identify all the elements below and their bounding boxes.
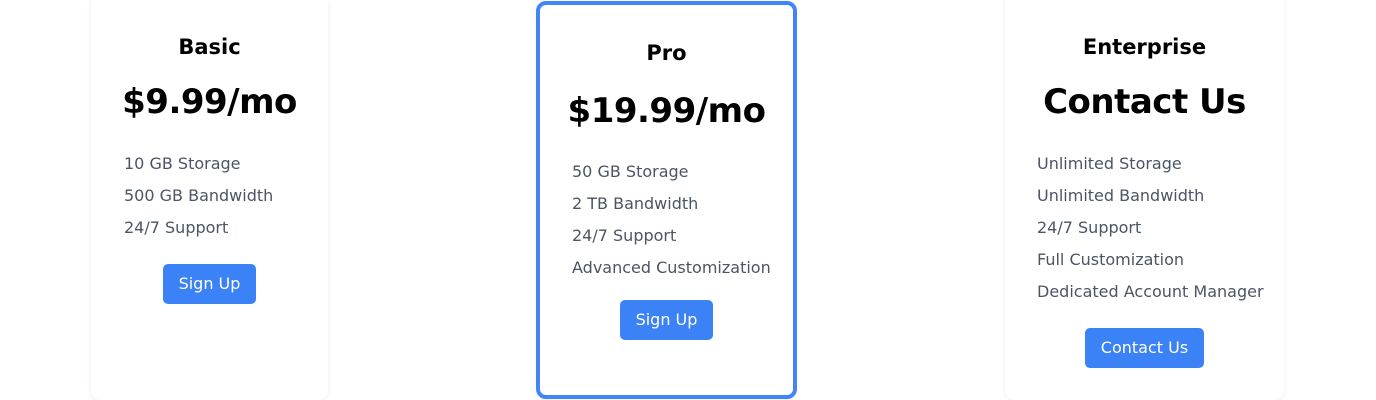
plan-name: Pro bbox=[646, 41, 687, 65]
feature-item: Full Customization bbox=[1037, 250, 1185, 269]
plan-price: $9.99/mo bbox=[122, 82, 297, 122]
contact-us-button[interactable]: Contact Us bbox=[1084, 328, 1205, 368]
sign-up-button-basic[interactable]: Sign Up bbox=[162, 264, 257, 304]
feature-item: 50 GB Storage bbox=[572, 162, 689, 181]
pricing-section: Basic $9.99/mo 10 GB Storage 500 GB Band… bbox=[0, 0, 1376, 400]
pricing-card-enterprise: Enterprise Contact Us Unlimited Storage … bbox=[1005, 0, 1284, 400]
feature-item: Unlimited Storage bbox=[1037, 154, 1182, 173]
feature-list: 50 GB Storage 2 TB Bandwidth 24/7 Suppor… bbox=[572, 156, 771, 284]
feature-item: 500 GB Bandwidth bbox=[124, 186, 274, 205]
plan-price: $19.99/mo bbox=[567, 91, 766, 131]
pricing-card-basic: Basic $9.99/mo 10 GB Storage 500 GB Band… bbox=[91, 0, 328, 400]
feature-item: 24/7 Support bbox=[1037, 218, 1142, 237]
feature-list: Unlimited Storage Unlimited Bandwidth 24… bbox=[1037, 148, 1264, 308]
plan-name: Enterprise bbox=[1082, 35, 1207, 59]
feature-item: 24/7 Support bbox=[572, 226, 677, 245]
feature-list: 10 GB Storage 500 GB Bandwidth 24/7 Supp… bbox=[124, 148, 273, 244]
feature-item: 10 GB Storage bbox=[124, 154, 241, 173]
sign-up-button-pro[interactable]: Sign Up bbox=[619, 300, 714, 340]
feature-item: Advanced Customization bbox=[572, 258, 771, 277]
plan-price: Contact Us bbox=[1043, 82, 1246, 122]
feature-item: Dedicated Account Manager bbox=[1037, 282, 1264, 301]
feature-item: 24/7 Support bbox=[124, 218, 229, 237]
feature-item: Unlimited Bandwidth bbox=[1037, 186, 1205, 205]
pricing-card-pro: Pro $19.99/mo 50 GB Storage 2 TB Bandwid… bbox=[536, 1, 797, 399]
feature-item: 2 TB Bandwidth bbox=[572, 194, 699, 213]
plan-name: Basic bbox=[178, 35, 241, 59]
